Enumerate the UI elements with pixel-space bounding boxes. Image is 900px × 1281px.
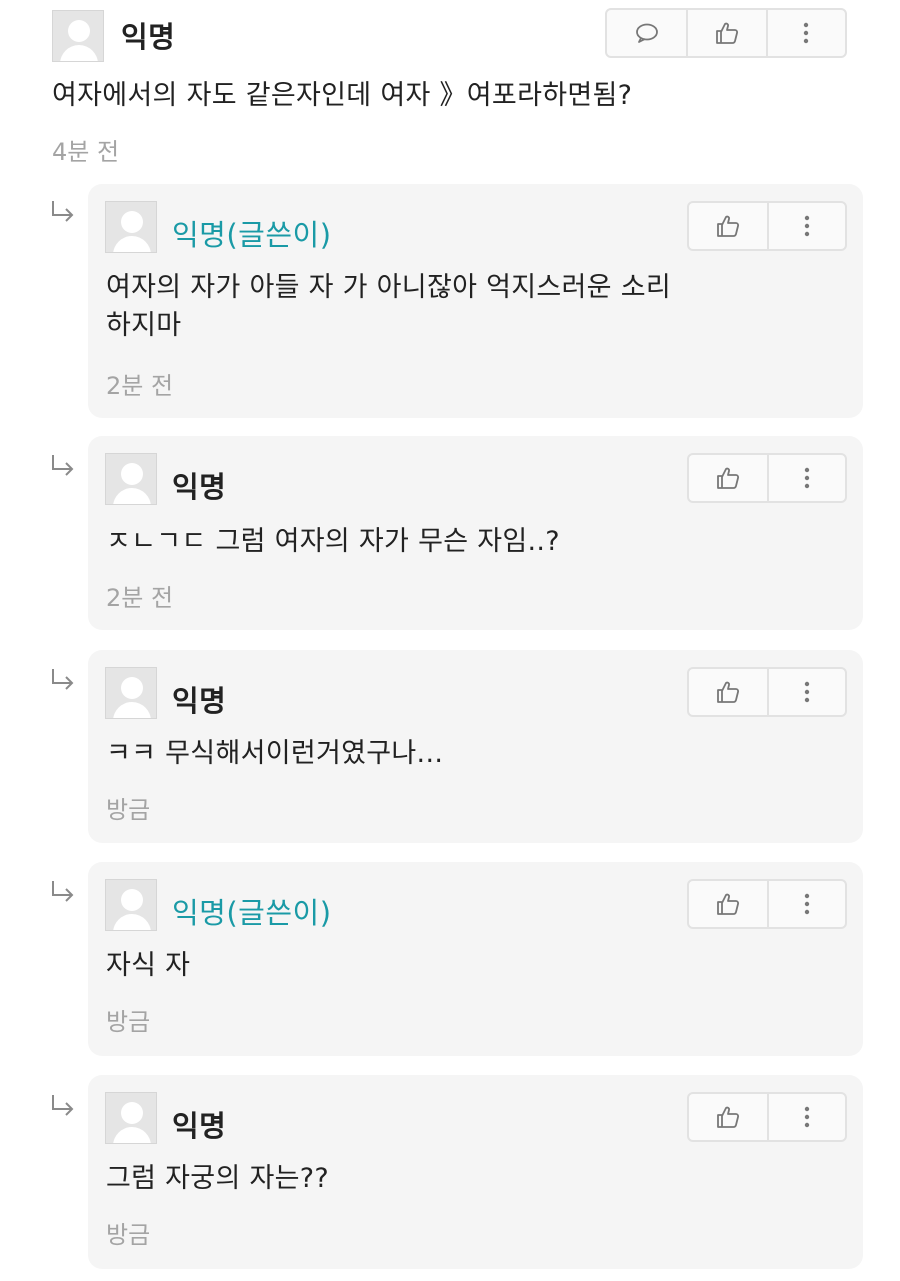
comment-author[interactable]: 익명(글쓴이) — [172, 212, 332, 254]
comment-author[interactable]: 익명(글쓴이) — [172, 890, 332, 932]
comment-text-line: 여자의 자가 아들 자 가 아니잖아 억지스러운 소리 — [106, 272, 671, 303]
comment-actions — [687, 201, 847, 251]
comment-actions — [687, 667, 847, 717]
reply-card: 익명 그럼 자궁의 자는?? 방금 — [88, 1075, 863, 1269]
like-button[interactable] — [689, 203, 767, 249]
more-vertical-icon — [804, 681, 810, 703]
comment-time: 방금 — [106, 1221, 151, 1249]
comment-time: 방금 — [106, 796, 151, 824]
avatar[interactable] — [105, 879, 157, 931]
thumbs-up-icon — [717, 681, 740, 703]
avatar[interactable] — [52, 10, 104, 62]
comment-author[interactable]: 익명 — [172, 1103, 226, 1145]
reply-card: 익명(글쓴이) 여자의 자가 아들 자 가 아니잖아 억지스러운 소리 하지마 … — [88, 184, 863, 418]
comment-actions — [687, 453, 847, 503]
reply-card: 익명 ㅈㄴㄱㄷ 그럼 여자의 자가 무슨 자임..? 2분 전 — [88, 436, 863, 630]
comment-text: ㅋㅋ 무식해서이런거였구나... — [106, 738, 444, 769]
thumbs-up-icon — [717, 467, 740, 489]
like-button[interactable] — [686, 10, 765, 56]
reply-arrow-icon — [52, 455, 74, 476]
thumbs-up-icon — [717, 215, 740, 237]
reply-card: 익명 ㅋㅋ 무식해서이런거였구나... 방금 — [88, 650, 863, 843]
thumbs-up-icon — [717, 1106, 740, 1128]
avatar[interactable] — [105, 201, 157, 253]
reply-arrow-icon — [52, 1095, 74, 1116]
like-button[interactable] — [689, 1094, 767, 1140]
comment-time: 2분 전 — [106, 372, 174, 400]
comment-time: 방금 — [106, 1008, 151, 1036]
more-vertical-icon — [804, 1106, 810, 1128]
comment-actions — [687, 879, 847, 929]
comment-author[interactable]: 익명 — [172, 678, 226, 720]
more-vertical-icon — [804, 215, 810, 237]
comment-text-line: 하지마 — [106, 310, 182, 341]
more-vertical-icon — [804, 893, 810, 915]
more-button[interactable] — [766, 1094, 845, 1140]
more-button[interactable] — [765, 10, 845, 56]
like-button[interactable] — [689, 455, 767, 501]
thumbs-up-icon — [717, 893, 740, 915]
comment-thread: 익명 여자에서의 자도 같은자인데 여자 》여포라하면됨? 4분 전 익명(글쓴… — [0, 0, 900, 1281]
more-vertical-icon — [804, 22, 809, 44]
like-button[interactable] — [689, 881, 767, 927]
reply-button[interactable] — [607, 10, 686, 56]
more-button[interactable] — [766, 669, 845, 715]
comment-actions — [687, 1092, 847, 1142]
thumbs-up-icon — [716, 22, 739, 44]
reply-arrow-icon — [52, 669, 74, 690]
more-button[interactable] — [766, 455, 845, 501]
comment-text: 자식 자 — [106, 950, 191, 981]
more-button[interactable] — [766, 881, 845, 927]
avatar[interactable] — [105, 667, 157, 719]
comment-text: 여자에서의 자도 같은자인데 여자 》여포라하면됨? — [52, 80, 633, 111]
avatar[interactable] — [105, 1092, 157, 1144]
more-vertical-icon — [804, 467, 810, 489]
more-button[interactable] — [766, 203, 845, 249]
avatar[interactable] — [105, 453, 157, 505]
reply-arrow-icon — [52, 881, 74, 902]
reply-arrow-icon — [52, 201, 74, 222]
comment-time: 4분 전 — [52, 138, 120, 166]
comment-text: ㅈㄴㄱㄷ 그럼 여자의 자가 무슨 자임..? — [106, 526, 560, 557]
reply-card: 익명(글쓴이) 자식 자 방금 — [88, 862, 863, 1056]
speech-bubble-icon — [635, 23, 658, 43]
comment-actions — [605, 8, 847, 58]
comment-text: 그럼 자궁의 자는?? — [106, 1163, 330, 1194]
comment-author[interactable]: 익명 — [172, 464, 226, 506]
comment-time: 2분 전 — [106, 584, 174, 612]
comment-author[interactable]: 익명 — [121, 14, 175, 56]
like-button[interactable] — [689, 669, 767, 715]
